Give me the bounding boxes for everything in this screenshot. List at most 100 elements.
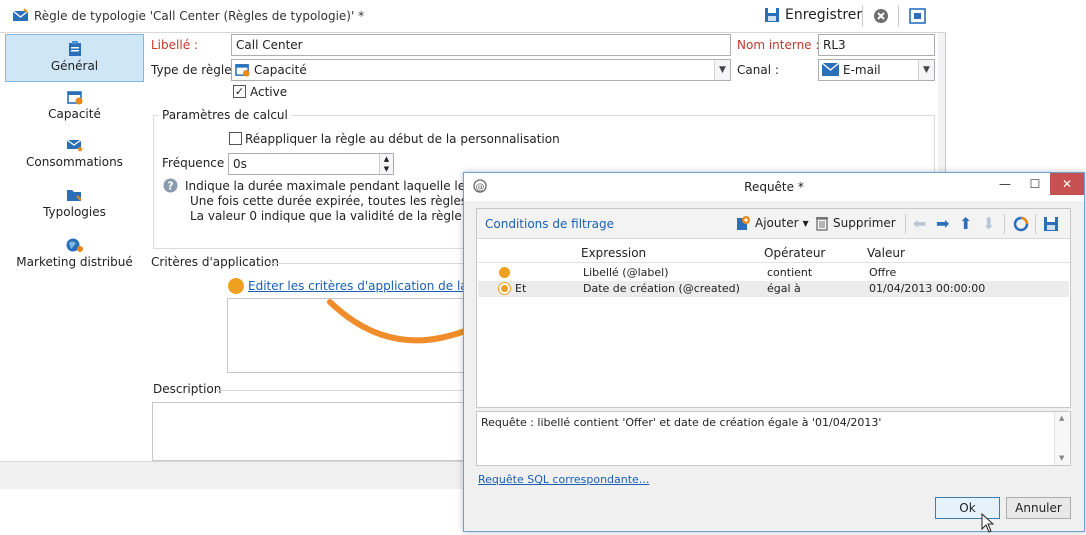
add-label: Ajouter xyxy=(755,216,799,230)
nom-interne-value: RL3 xyxy=(823,38,846,52)
save-icon xyxy=(765,8,779,22)
sidebar-item-label: Général xyxy=(50,59,99,73)
delete-label: Supprimer xyxy=(833,216,896,230)
type-regle-value: Capacité xyxy=(254,63,307,77)
sidebar-item-general[interactable]: Général xyxy=(5,34,144,82)
envelope-star-icon xyxy=(66,139,83,152)
reappliquer-label: Réappliquer la règle au début de la pers… xyxy=(245,132,560,146)
libelle-label: Libellé : xyxy=(151,38,198,52)
frequence-stepper[interactable]: ▲ ▼ xyxy=(379,154,393,174)
arrow-down-icon[interactable]: ⬇ xyxy=(982,214,995,233)
add-button[interactable]: Ajouter ▼ xyxy=(735,215,809,231)
filter-toolbar: Conditions de filtrage Ajouter ▼ Supprim… xyxy=(477,209,1070,239)
row-prefix: Et xyxy=(515,282,527,295)
table-row[interactable]: Et Date de création (@created) égal à 01… xyxy=(478,281,1069,297)
envelope-icon xyxy=(821,62,840,79)
minimize-button[interactable]: — xyxy=(990,173,1020,195)
sidebar-item-capacite[interactable]: Capacité xyxy=(5,83,144,131)
help-icon: ? xyxy=(163,178,178,196)
query-summary-text: Requête : libellé contient 'Offer' et da… xyxy=(481,416,882,429)
delete-button[interactable]: Supprimer xyxy=(815,215,896,231)
toolbar-separator xyxy=(1035,214,1036,234)
fullscreen-icon xyxy=(909,8,926,24)
query-summary: Requête : libellé contient 'Offer' et da… xyxy=(476,411,1071,466)
chevron-down-icon[interactable]: ▼ xyxy=(918,60,934,80)
reappliquer-checkbox[interactable] xyxy=(229,132,242,145)
globe-icon xyxy=(66,238,83,252)
maximize-icon: ☐ xyxy=(1029,177,1041,191)
toolbar-separator xyxy=(1004,214,1005,234)
frequence-label: Fréquence : xyxy=(162,156,233,170)
svg-text:?: ? xyxy=(167,180,173,193)
row-expression: Date de création (@created) xyxy=(583,282,740,295)
cancel-button[interactable]: Annuler xyxy=(1006,497,1071,519)
description-field[interactable] xyxy=(152,402,467,461)
row-value: 01/04/2013 00:00:00 xyxy=(869,282,986,295)
cancel-circle-button[interactable] xyxy=(873,8,889,27)
canal-value: E-mail xyxy=(843,63,881,77)
mouse-cursor-icon xyxy=(981,513,995,533)
close-button[interactable]: ✕ xyxy=(1050,173,1084,195)
window-title: Règle de typologie 'Call Center (Règles … xyxy=(34,9,365,23)
section-divider xyxy=(217,390,465,391)
scroll-up-icon[interactable]: ▲ xyxy=(1059,414,1064,422)
table-row[interactable]: Libellé (@label) contient Offre xyxy=(478,265,1069,281)
sidebar-item-consommations[interactable]: Consommations xyxy=(5,131,144,179)
row-expression: Libellé (@label) xyxy=(583,266,669,279)
header-divider xyxy=(477,262,1070,263)
description-title: Description xyxy=(153,382,222,396)
arrow-left-icon[interactable]: ⬅ xyxy=(913,214,926,233)
envelope-rule-icon xyxy=(12,8,30,27)
column-header-value[interactable]: Valeur xyxy=(867,246,905,260)
frequence-value: 0s xyxy=(233,157,247,171)
sidebar-item-typologies[interactable]: Typologies xyxy=(5,181,144,229)
sidebar-item-label: Consommations xyxy=(26,155,123,169)
libelle-value: Call Center xyxy=(236,38,303,52)
frequence-field[interactable]: 0s ▲ ▼ xyxy=(228,153,394,175)
toolbar-separator xyxy=(898,5,899,27)
section-divider xyxy=(269,263,464,264)
scroll-down-icon[interactable]: ▼ xyxy=(1059,454,1064,462)
calendar-icon xyxy=(66,91,82,105)
sidebar-item-marketing-distribue[interactable]: Marketing distribué xyxy=(5,231,144,279)
ok-label: Ok xyxy=(959,501,976,515)
nom-interne-label: Nom interne : xyxy=(737,38,820,52)
minimize-icon: — xyxy=(999,177,1011,191)
active-checkbox[interactable]: ✓ xyxy=(233,85,246,98)
query-scrollbar[interactable]: ▲ ▼ xyxy=(1054,412,1070,465)
restore-button[interactable]: ☐ xyxy=(1020,173,1050,195)
type-regle-select[interactable]: Capacité ▼ xyxy=(231,59,731,81)
toolbar-separator xyxy=(862,5,863,27)
column-header-expression[interactable]: Expression xyxy=(581,246,646,260)
save-label: Enregistrer xyxy=(785,7,863,23)
trash-icon xyxy=(816,217,828,231)
condition-dot-icon xyxy=(228,278,244,294)
dialog-titlebar: @ Requête * — ☐ ✕ xyxy=(464,173,1084,201)
toolbar-separator xyxy=(905,214,906,234)
chevron-down-icon[interactable]: ▼ xyxy=(714,60,730,80)
sidebar-item-label: Capacité xyxy=(48,107,101,121)
clipboard-icon xyxy=(68,41,81,56)
chevron-down-icon: ▼ xyxy=(802,218,809,228)
maximize-button[interactable] xyxy=(909,8,926,27)
column-header-operator[interactable]: Opérateur xyxy=(764,246,825,260)
nom-interne-field[interactable]: RL3 xyxy=(818,34,935,56)
save-button[interactable]: Enregistrer xyxy=(764,7,862,23)
canal-select[interactable]: E-mail ▼ xyxy=(818,59,935,81)
add-condition-icon xyxy=(737,216,750,230)
canal-label: Canal : xyxy=(737,63,779,77)
arrow-up-icon[interactable]: ⬆ xyxy=(959,214,972,233)
condition-and-icon xyxy=(499,283,510,294)
calendar-icon xyxy=(235,62,250,80)
libelle-field[interactable]: Call Center xyxy=(231,34,731,56)
query-dialog: @ Requête * — ☐ ✕ Conditions de filtrage… xyxy=(463,172,1085,533)
arrow-right-icon[interactable]: ➡ xyxy=(936,214,949,233)
sidebar-item-label: Typologies xyxy=(43,205,106,219)
refresh-icon[interactable] xyxy=(1013,216,1029,235)
filter-panel: Conditions de filtrage Ajouter ▼ Supprim… xyxy=(476,208,1071,408)
criteres-title: Critères d'application xyxy=(151,255,279,269)
save-icon[interactable] xyxy=(1043,216,1059,235)
params-title: Paramètres de calcul xyxy=(159,108,291,122)
sql-query-link[interactable]: Requête SQL correspondante... xyxy=(478,473,649,486)
window-titlebar: Règle de typologie 'Call Center (Règles … xyxy=(0,0,946,33)
